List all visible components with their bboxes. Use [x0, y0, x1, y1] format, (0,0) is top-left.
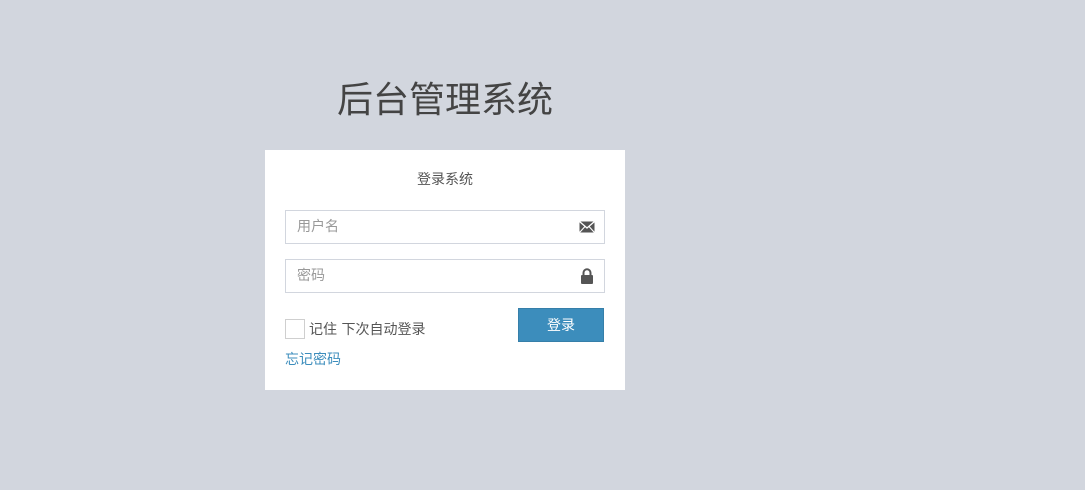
- login-button[interactable]: 登录: [518, 308, 604, 342]
- forgot-password-link[interactable]: 忘记密码: [285, 350, 341, 370]
- page-title: 后台管理系统: [336, 80, 553, 121]
- password-field: [285, 259, 605, 293]
- login-box-title: 登录系统: [417, 172, 473, 188]
- remember-me: 记住 下次自动登录: [285, 317, 425, 341]
- envelope-icon: [579, 221, 595, 233]
- login-box: 登录系统 记住 下次自动登录 登录 忘记密码: [265, 150, 625, 390]
- lock-icon: [581, 268, 593, 284]
- remember-checkbox[interactable]: [285, 319, 305, 339]
- remember-label: 记住 下次自动登录: [309, 322, 426, 338]
- username-input[interactable]: [286, 211, 567, 243]
- username-field: [285, 210, 605, 244]
- password-input[interactable]: [286, 260, 567, 292]
